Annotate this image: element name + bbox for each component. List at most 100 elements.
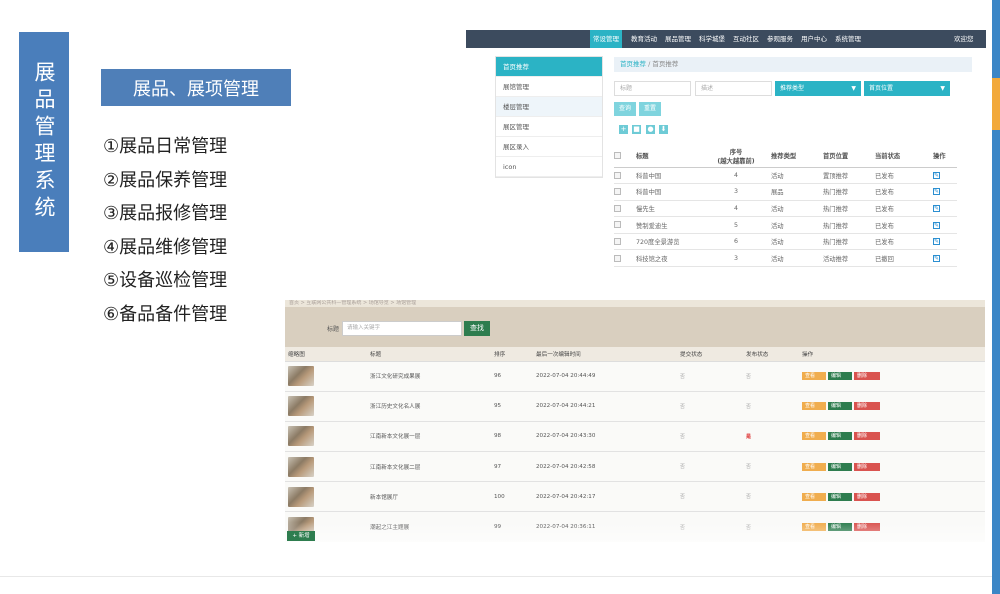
delete-icon[interactable]: ■	[632, 125, 641, 134]
row-order: 6	[701, 233, 771, 251]
row-publish-status: 是	[743, 421, 799, 453]
col-action: 操作	[799, 347, 985, 362]
desc-filter-input[interactable]: 描述	[695, 81, 772, 96]
row-submit-status: 否	[677, 421, 743, 453]
add-button[interactable]: + 新增	[287, 531, 315, 541]
thumbnail-image	[288, 486, 314, 507]
type-select[interactable]: 推荐类型 ▼	[775, 81, 861, 96]
submit-status: 否	[680, 373, 686, 380]
row-checkbox[interactable]	[614, 200, 636, 218]
edit-button[interactable]: 编辑	[828, 402, 852, 411]
feature-item: ④展品维修管理	[103, 236, 228, 258]
delete-label: 删除	[857, 373, 868, 380]
view-button[interactable]: 查看	[802, 462, 826, 471]
edit-button[interactable]: 编辑	[828, 492, 852, 501]
breadcrumb-separator: /	[648, 60, 651, 68]
checkbox[interactable]	[614, 254, 621, 262]
delete-button[interactable]: 删除	[854, 432, 880, 441]
table-header-row: 缩略图 标题 排序 最后一次编辑时间 提交状态 发布状态 操作	[285, 347, 985, 362]
delete-button[interactable]: 删除	[854, 372, 880, 381]
row-title: 浙江文化研究成果展	[367, 361, 491, 392]
row-title: 慢先生	[636, 200, 701, 218]
delete-button[interactable]: 删除	[854, 402, 880, 411]
reset-button[interactable]: 重置	[639, 102, 661, 116]
sidebar-item[interactable]: 展馆管理	[496, 77, 602, 97]
nav-item[interactable]: 展品管理	[665, 30, 691, 48]
row-action: 查看 编辑 删除	[799, 391, 985, 422]
submit-status: 否	[680, 403, 686, 410]
checkbox[interactable]	[614, 237, 621, 245]
delete-button[interactable]: 删除	[854, 523, 880, 532]
row-action: 查看 编辑 删除	[799, 451, 985, 483]
edit-icon[interactable]: ✎	[933, 221, 940, 229]
checkbox[interactable]	[614, 188, 621, 196]
row-order: 4	[701, 167, 771, 185]
checkbox[interactable]	[614, 221, 621, 229]
row-status: 已发布	[875, 233, 933, 251]
row-title: 江南新本文化展一层	[367, 421, 491, 453]
row-checkbox[interactable]	[614, 233, 636, 251]
view-button[interactable]: 查看	[802, 372, 826, 381]
right-accent-bar	[992, 0, 1000, 594]
view-button[interactable]: 查看	[802, 402, 826, 411]
col-title: 标题	[636, 145, 701, 168]
search-button[interactable]: 查找	[464, 321, 490, 336]
add-icon[interactable]: +	[619, 125, 628, 134]
row-thumb	[285, 391, 367, 422]
nav-item[interactable]: 教育活动	[631, 30, 657, 48]
edit-icon[interactable]: ✎	[933, 171, 940, 179]
nav-item[interactable]: 科学城堡	[699, 30, 725, 48]
chevron-down-icon: ▼	[851, 85, 856, 92]
row-checkbox[interactable]	[614, 167, 636, 185]
nav-item[interactable]: 参观服务	[767, 30, 793, 48]
title-filter-input[interactable]: 标题	[614, 81, 691, 96]
view-button[interactable]: 查看	[802, 523, 826, 532]
col-position: 首页位置	[823, 145, 875, 168]
edit-icon[interactable]: ✎	[933, 238, 940, 246]
search-input[interactable]: 请输入关键字	[342, 321, 462, 336]
checkbox[interactable]	[614, 171, 621, 179]
nav-item[interactable]: 系统管理	[835, 30, 861, 48]
edit-button[interactable]: 编辑	[828, 432, 852, 441]
row-edit-time: 2022-07-04 20:44:49	[533, 361, 677, 392]
sidebar-item[interactable]: 展区管理	[496, 117, 602, 137]
nav-item[interactable]: 用户中心	[801, 30, 827, 48]
edit-button[interactable]: 编辑	[828, 523, 852, 532]
view-button[interactable]: 查看	[802, 432, 826, 441]
checkbox[interactable]	[614, 204, 621, 212]
row-action: ✎	[933, 167, 957, 185]
sidebar-item[interactable]: 首页推荐	[496, 57, 602, 77]
row-checkbox[interactable]	[614, 183, 636, 201]
row-title: 赞制爱迪生	[636, 216, 701, 234]
row-title: 科技馆之夜	[636, 249, 701, 268]
welcome-text: 欢迎您	[954, 35, 974, 43]
select-all-checkbox[interactable]	[614, 145, 636, 168]
delete-button[interactable]: 删除	[854, 492, 880, 501]
export-icon[interactable]: ⬇	[659, 125, 668, 134]
view-button[interactable]: 查看	[802, 492, 826, 501]
row-checkbox[interactable]	[614, 249, 636, 268]
breadcrumb-home[interactable]: 首页推荐	[620, 60, 646, 68]
edit-icon[interactable]: ✎	[933, 254, 940, 262]
delete-button[interactable]: 删除	[854, 462, 880, 471]
edit-button[interactable]: 编辑	[828, 462, 852, 471]
refresh-icon[interactable]: ●	[646, 125, 655, 134]
edit-button[interactable]: 编辑	[828, 372, 852, 381]
row-type: 活动	[771, 216, 823, 234]
vertical-title-text: 展品管理系统	[32, 61, 56, 223]
row-checkbox[interactable]	[614, 216, 636, 234]
search-button[interactable]: 查询	[614, 102, 636, 116]
chevron-down-icon: ▼	[940, 85, 945, 92]
sidebar-item[interactable]: icon	[496, 157, 602, 177]
nav-item[interactable]: 互动社区	[733, 30, 759, 48]
footer-divider	[0, 576, 992, 577]
checkbox[interactable]	[614, 152, 621, 159]
sidebar-item[interactable]: 楼层管理	[496, 97, 602, 117]
row-title: 浙江历史文化名人展	[367, 391, 491, 422]
section-header: 展品、展项管理	[101, 69, 291, 106]
nav-item[interactable]: 常设管理	[590, 30, 622, 48]
sidebar-item[interactable]: 展区录入	[496, 137, 602, 157]
edit-icon[interactable]: ✎	[933, 188, 940, 196]
edit-icon[interactable]: ✎	[933, 204, 940, 212]
position-select[interactable]: 首页位置 ▼	[864, 81, 950, 96]
